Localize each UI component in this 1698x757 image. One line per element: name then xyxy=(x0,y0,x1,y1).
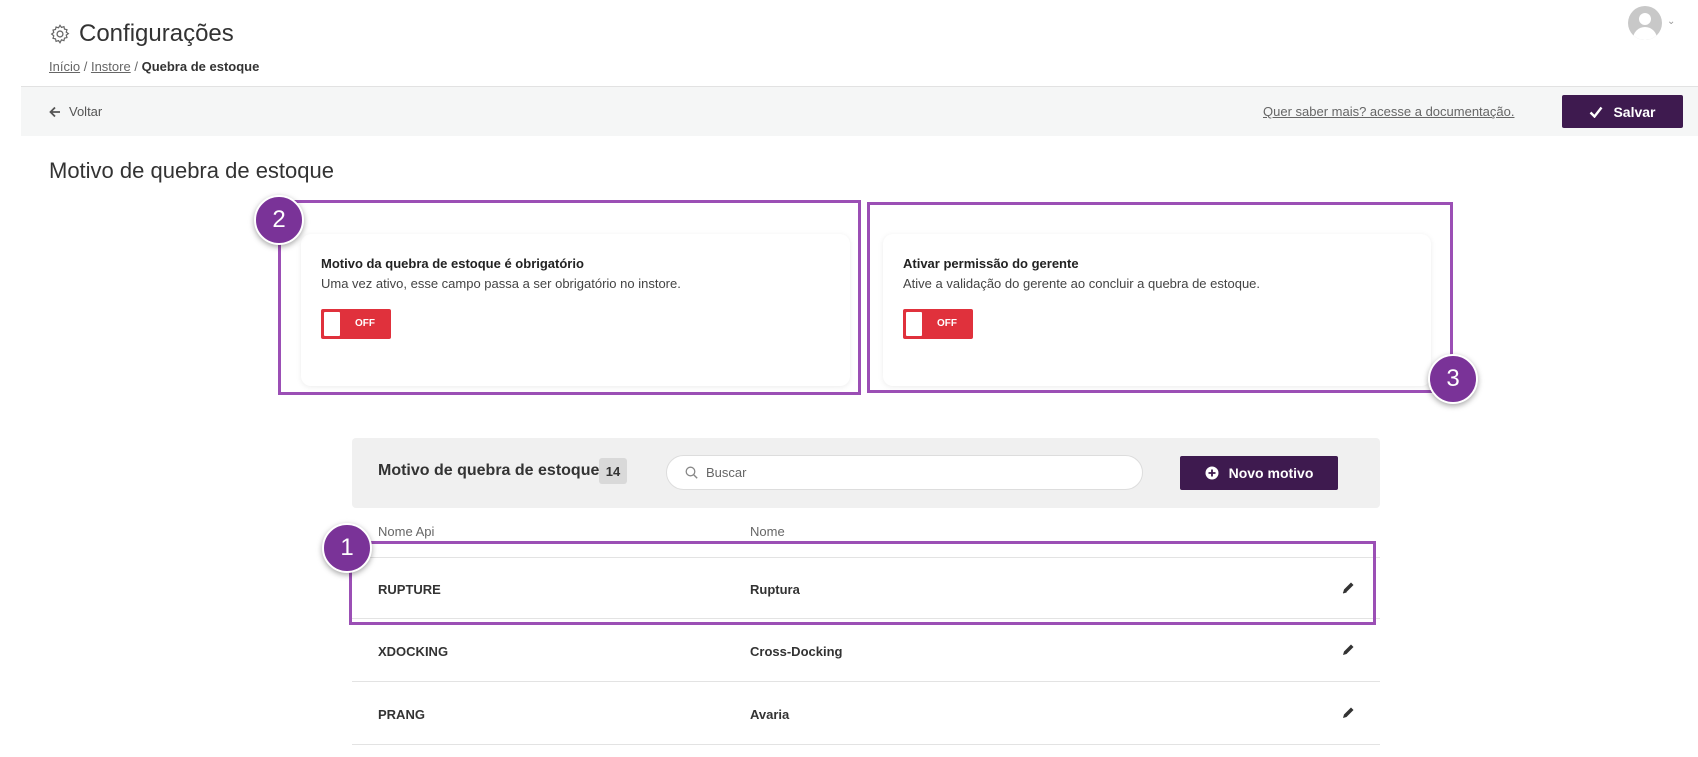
count-badge: 14 xyxy=(599,458,627,484)
row-api-name: PRANG xyxy=(378,707,425,722)
new-reason-label: Novo motivo xyxy=(1228,465,1314,481)
arrow-left-icon xyxy=(49,106,60,117)
toolbar: Voltar Quer saber mais? acesse a documen… xyxy=(21,86,1698,136)
back-label: Voltar xyxy=(69,104,103,119)
row-name: Cross-Docking xyxy=(750,644,843,659)
pencil-icon[interactable] xyxy=(1340,642,1356,658)
breadcrumb-home-link[interactable]: Início xyxy=(49,59,80,74)
search-icon xyxy=(685,466,698,479)
annotation-badge-2: 2 xyxy=(254,195,304,245)
avatar-head xyxy=(1639,13,1651,25)
new-reason-button[interactable]: Novo motivo xyxy=(1180,456,1338,490)
save-label: Salvar xyxy=(1613,103,1656,120)
avatar-body xyxy=(1633,27,1657,40)
breadcrumb-instore-link[interactable]: Instore xyxy=(91,59,131,74)
highlight-box-3 xyxy=(867,202,1453,393)
user-avatar-icon[interactable] xyxy=(1628,6,1662,40)
column-header-api: Nome Api xyxy=(378,524,435,539)
list-header: Motivo de quebra de estoque 14 Novo moti… xyxy=(352,438,1380,508)
check-icon xyxy=(1590,106,1603,118)
breadcrumb-separator: / xyxy=(134,59,138,74)
page-title: Configurações xyxy=(79,20,234,47)
row-api-name: XDOCKING xyxy=(378,644,449,659)
breadcrumb-current: Quebra de estoque xyxy=(141,59,260,74)
list-title: Motivo de quebra de estoque xyxy=(378,462,600,479)
breadcrumb-separator: / xyxy=(83,59,88,74)
back-button[interactable]: Voltar xyxy=(49,104,102,119)
pencil-icon[interactable] xyxy=(1340,705,1356,721)
documentation-link[interactable]: Quer saber mais? acesse a documentação. xyxy=(1263,104,1514,119)
table-row: PRANG Avaria xyxy=(352,683,1380,745)
annotation-badge-1: 1 xyxy=(322,523,372,573)
title-row: Configurações xyxy=(49,20,234,48)
row-name: Avaria xyxy=(750,707,790,722)
page-header: Configurações Início / Instore / Quebra … xyxy=(0,0,1698,86)
section-title: Motivo de quebra de estoque xyxy=(49,158,334,183)
search-input[interactable] xyxy=(706,465,1126,480)
annotation-badge-3: 3 xyxy=(1428,354,1478,404)
save-button[interactable]: Salvar xyxy=(1562,95,1683,128)
gear-icon xyxy=(50,24,70,44)
highlight-box-1 xyxy=(349,541,1376,625)
search-box[interactable] xyxy=(666,455,1143,490)
chevron-down-icon[interactable]: ⌄ xyxy=(1667,16,1675,27)
column-header-nome: Nome xyxy=(750,524,785,539)
table-row: XDOCKING Cross-Docking xyxy=(352,620,1380,682)
breadcrumb: Início / Instore / Quebra de estoque xyxy=(49,59,259,74)
plus-circle-icon xyxy=(1205,466,1219,480)
highlight-box-2 xyxy=(278,200,861,395)
